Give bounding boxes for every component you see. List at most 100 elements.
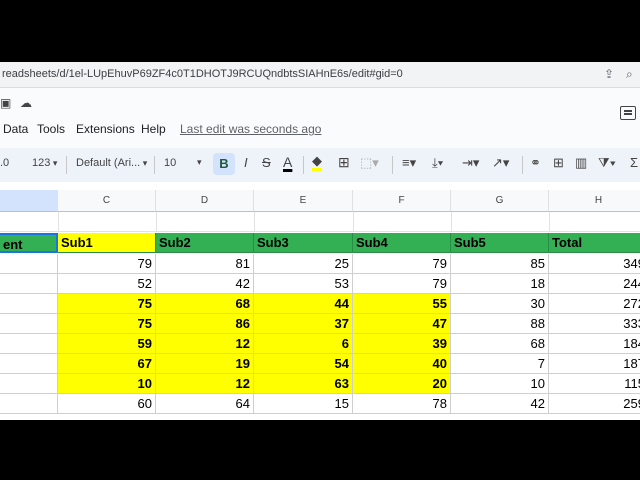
fill-color-icon[interactable]: ◆: [312, 154, 322, 171]
menu-extensions[interactable]: Extensions: [76, 122, 135, 136]
filter-icon[interactable]: ⧩▾: [598, 155, 616, 171]
align-horizontal-icon[interactable]: ≡▾: [402, 155, 416, 171]
menu-data[interactable]: Data: [3, 122, 28, 136]
table-cell[interactable]: 10: [451, 374, 549, 394]
insert-chart-icon[interactable]: ▥: [575, 155, 587, 171]
text-color-button[interactable]: A: [283, 154, 292, 170]
table-cell[interactable]: 25: [254, 254, 353, 274]
table-cell[interactable]: 67: [58, 354, 156, 374]
column-header-g[interactable]: G: [451, 190, 549, 212]
empty-row[interactable]: [0, 212, 640, 232]
table-cell[interactable]: 40: [353, 354, 451, 374]
table-cell[interactable]: 79: [58, 254, 156, 274]
table-cell[interactable]: 115: [549, 374, 640, 394]
column-header-d[interactable]: D: [156, 190, 254, 212]
table-cell[interactable]: 259: [549, 394, 640, 414]
table-cell[interactable]: 272: [549, 294, 640, 314]
bold-button[interactable]: B: [213, 153, 235, 175]
cloud-status-icon[interactable]: ☁: [20, 96, 32, 110]
borders-icon[interactable]: ⊞: [338, 154, 350, 171]
decimal-decrease-button[interactable]: .0: [0, 157, 9, 169]
move-icon[interactable]: ▣: [0, 96, 11, 110]
last-edit-link[interactable]: Last edit was seconds ago: [180, 122, 321, 136]
table-cell[interactable]: 20: [353, 374, 451, 394]
insert-link-icon[interactable]: ⚭: [530, 155, 541, 171]
table-cell[interactable]: 78: [353, 394, 451, 414]
strikethrough-button[interactable]: S: [262, 155, 271, 170]
column-header-h[interactable]: H: [549, 190, 640, 212]
number-format-button[interactable]: 123: [32, 157, 57, 169]
comment-history-icon[interactable]: [620, 106, 636, 120]
table-cell[interactable]: 187: [549, 354, 640, 374]
table-cell[interactable]: [0, 394, 58, 414]
text-rotation-icon[interactable]: ↗▾: [492, 155, 509, 171]
table-cell[interactable]: 52: [58, 274, 156, 294]
table-cell[interactable]: [0, 314, 58, 334]
menu-tools[interactable]: Tools: [37, 122, 65, 136]
font-size-caret-icon[interactable]: ▾: [197, 157, 202, 168]
header-cell[interactable]: Sub4: [353, 233, 451, 253]
merge-cells-icon[interactable]: ⬚▾: [360, 155, 379, 171]
header-cell[interactable]: Total: [549, 233, 640, 253]
table-cell[interactable]: 19: [156, 354, 254, 374]
table-cell[interactable]: 10: [58, 374, 156, 394]
column-header-e[interactable]: E: [254, 190, 353, 212]
table-cell[interactable]: 75: [58, 294, 156, 314]
column-header-c[interactable]: C: [58, 190, 156, 212]
table-cell[interactable]: 53: [254, 274, 353, 294]
font-family-select[interactable]: Default (Ari...: [76, 157, 147, 169]
table-cell[interactable]: 6: [254, 334, 353, 354]
table-cell[interactable]: 64: [156, 394, 254, 414]
table-cell[interactable]: 244: [549, 274, 640, 294]
font-size-input[interactable]: 10: [164, 157, 176, 169]
table-cell[interactable]: 54: [254, 354, 353, 374]
text-wrap-icon[interactable]: ⇥▾: [462, 155, 479, 171]
table-cell[interactable]: 15: [254, 394, 353, 414]
table-cell[interactable]: 68: [156, 294, 254, 314]
header-cell[interactable]: Sub1: [58, 233, 156, 253]
column-header-b[interactable]: [0, 190, 58, 212]
table-cell[interactable]: [0, 254, 58, 274]
table-cell[interactable]: 42: [451, 394, 549, 414]
zoom-icon[interactable]: ⌕: [626, 67, 633, 82]
italic-button[interactable]: I: [244, 155, 248, 170]
table-cell[interactable]: 42: [156, 274, 254, 294]
table-cell[interactable]: 12: [156, 374, 254, 394]
table-cell[interactable]: 55: [353, 294, 451, 314]
table-cell[interactable]: 79: [353, 274, 451, 294]
table-cell[interactable]: 44: [254, 294, 353, 314]
table-cell[interactable]: 39: [353, 334, 451, 354]
align-vertical-icon[interactable]: ⤓▾: [432, 155, 443, 171]
address-bar[interactable]: readsheets/d/1el-LUpEhuvP69ZF4c0T1DHOTJ9…: [0, 62, 640, 88]
header-cell[interactable]: Sub5: [451, 233, 549, 253]
table-cell[interactable]: 7: [451, 354, 549, 374]
url-text[interactable]: readsheets/d/1el-LUpEhuvP69ZF4c0T1DHOTJ9…: [2, 68, 403, 80]
table-cell[interactable]: 12: [156, 334, 254, 354]
table-cell[interactable]: [0, 334, 58, 354]
table-cell[interactable]: 88: [451, 314, 549, 334]
table-cell[interactable]: 333: [549, 314, 640, 334]
table-cell[interactable]: 79: [353, 254, 451, 274]
table-cell[interactable]: [0, 294, 58, 314]
insert-comment-icon[interactable]: ⊞: [553, 155, 564, 171]
menu-help[interactable]: Help: [141, 122, 166, 136]
share-page-icon[interactable]: ⇪: [604, 67, 614, 81]
table-cell[interactable]: [0, 354, 58, 374]
table-cell[interactable]: 18: [451, 274, 549, 294]
table-cell[interactable]: 60: [58, 394, 156, 414]
table-cell[interactable]: 59: [58, 334, 156, 354]
table-cell[interactable]: 86: [156, 314, 254, 334]
table-cell[interactable]: 68: [451, 334, 549, 354]
functions-icon[interactable]: Σ: [630, 155, 638, 170]
table-cell[interactable]: 75: [58, 314, 156, 334]
table-cell[interactable]: 349: [549, 254, 640, 274]
table-cell[interactable]: 30: [451, 294, 549, 314]
table-cell[interactable]: 47: [353, 314, 451, 334]
column-header-f[interactable]: F: [353, 190, 451, 212]
table-cell[interactable]: 184: [549, 334, 640, 354]
table-cell[interactable]: 63: [254, 374, 353, 394]
table-cell[interactable]: 81: [156, 254, 254, 274]
header-cell[interactable]: Sub3: [254, 233, 353, 253]
table-cell[interactable]: 85: [451, 254, 549, 274]
header-cell[interactable]: Sub2: [156, 233, 254, 253]
